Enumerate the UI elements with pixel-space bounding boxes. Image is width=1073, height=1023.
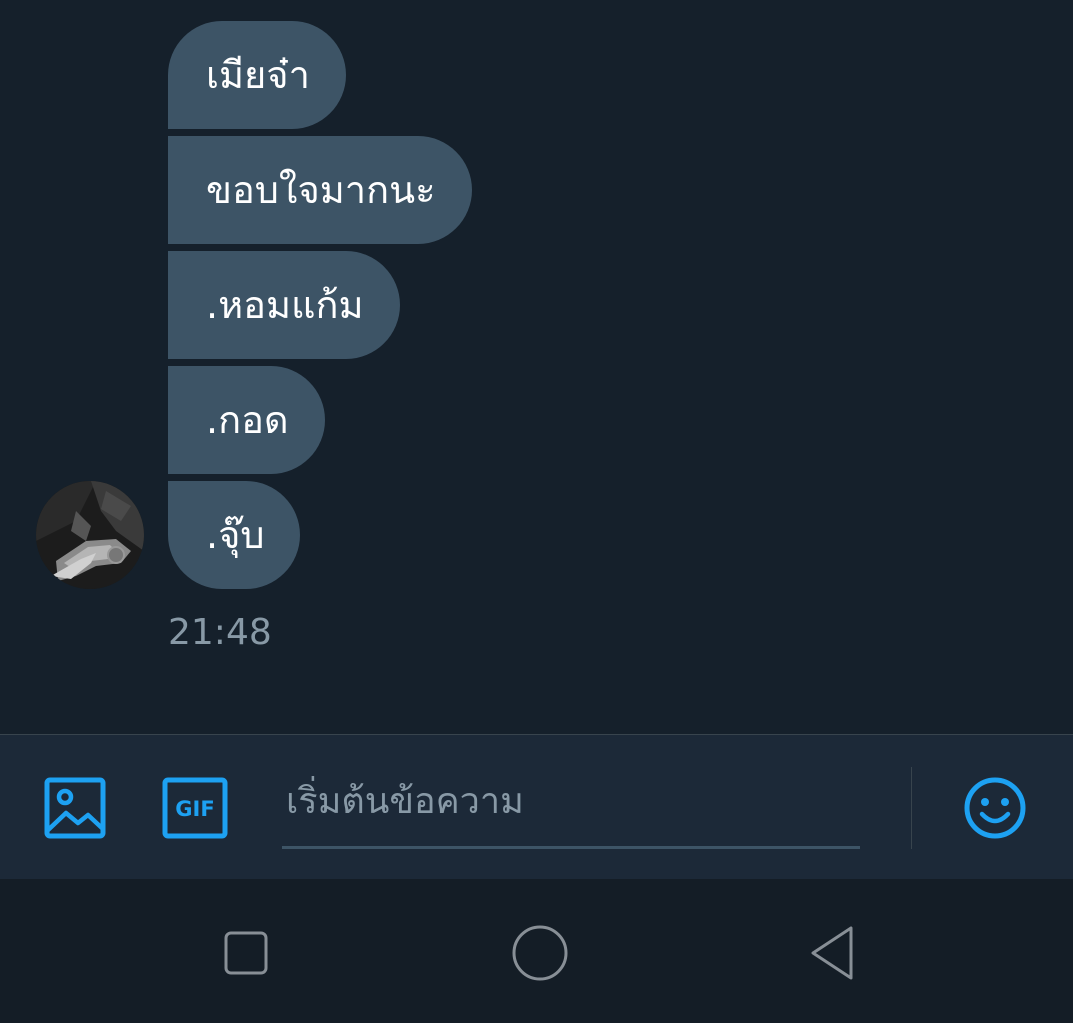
avatar[interactable]: [36, 481, 144, 589]
message-text: ขอบใจมากนะ: [206, 168, 436, 212]
message-bubble[interactable]: .กอด: [168, 366, 325, 474]
square-icon: [224, 931, 268, 975]
system-navigation-bar: [0, 879, 1073, 1023]
message-bubble[interactable]: ขอบใจมากนะ: [168, 136, 472, 244]
back-button[interactable]: [802, 921, 866, 985]
gif-label: GIF: [175, 797, 214, 821]
add-image-button[interactable]: [40, 773, 110, 843]
message-text: .หอมแก้ม: [206, 283, 364, 327]
message-bubble[interactable]: เมียจ๋า: [168, 21, 346, 129]
smiley-icon: [964, 777, 1026, 839]
chat-thread: เมียจ๋า ขอบใจมากนะ .หอมแก้ม .กอด .จุ๊บ 2…: [0, 0, 1073, 734]
add-gif-button[interactable]: GIF: [160, 773, 230, 843]
home-button[interactable]: [508, 921, 572, 985]
gif-icon: GIF: [162, 777, 228, 839]
avatar-image: [36, 481, 144, 589]
image-icon: [44, 777, 106, 839]
triangle-back-icon: [811, 926, 853, 980]
circle-icon: [512, 925, 568, 981]
emoji-button[interactable]: [960, 773, 1030, 843]
message-bubble[interactable]: .หอมแก้ม: [168, 251, 400, 359]
message-bubble[interactable]: .จุ๊บ: [168, 481, 301, 589]
message-text: เมียจ๋า: [206, 53, 310, 97]
recent-apps-button[interactable]: [214, 921, 278, 985]
message-timestamp: 21:48: [168, 612, 272, 653]
message-text: .จุ๊บ: [206, 513, 265, 557]
message-input[interactable]: [282, 765, 860, 849]
message-text: .กอด: [206, 398, 289, 442]
message-composer: GIF: [0, 734, 1073, 879]
composer-divider: [911, 767, 912, 849]
